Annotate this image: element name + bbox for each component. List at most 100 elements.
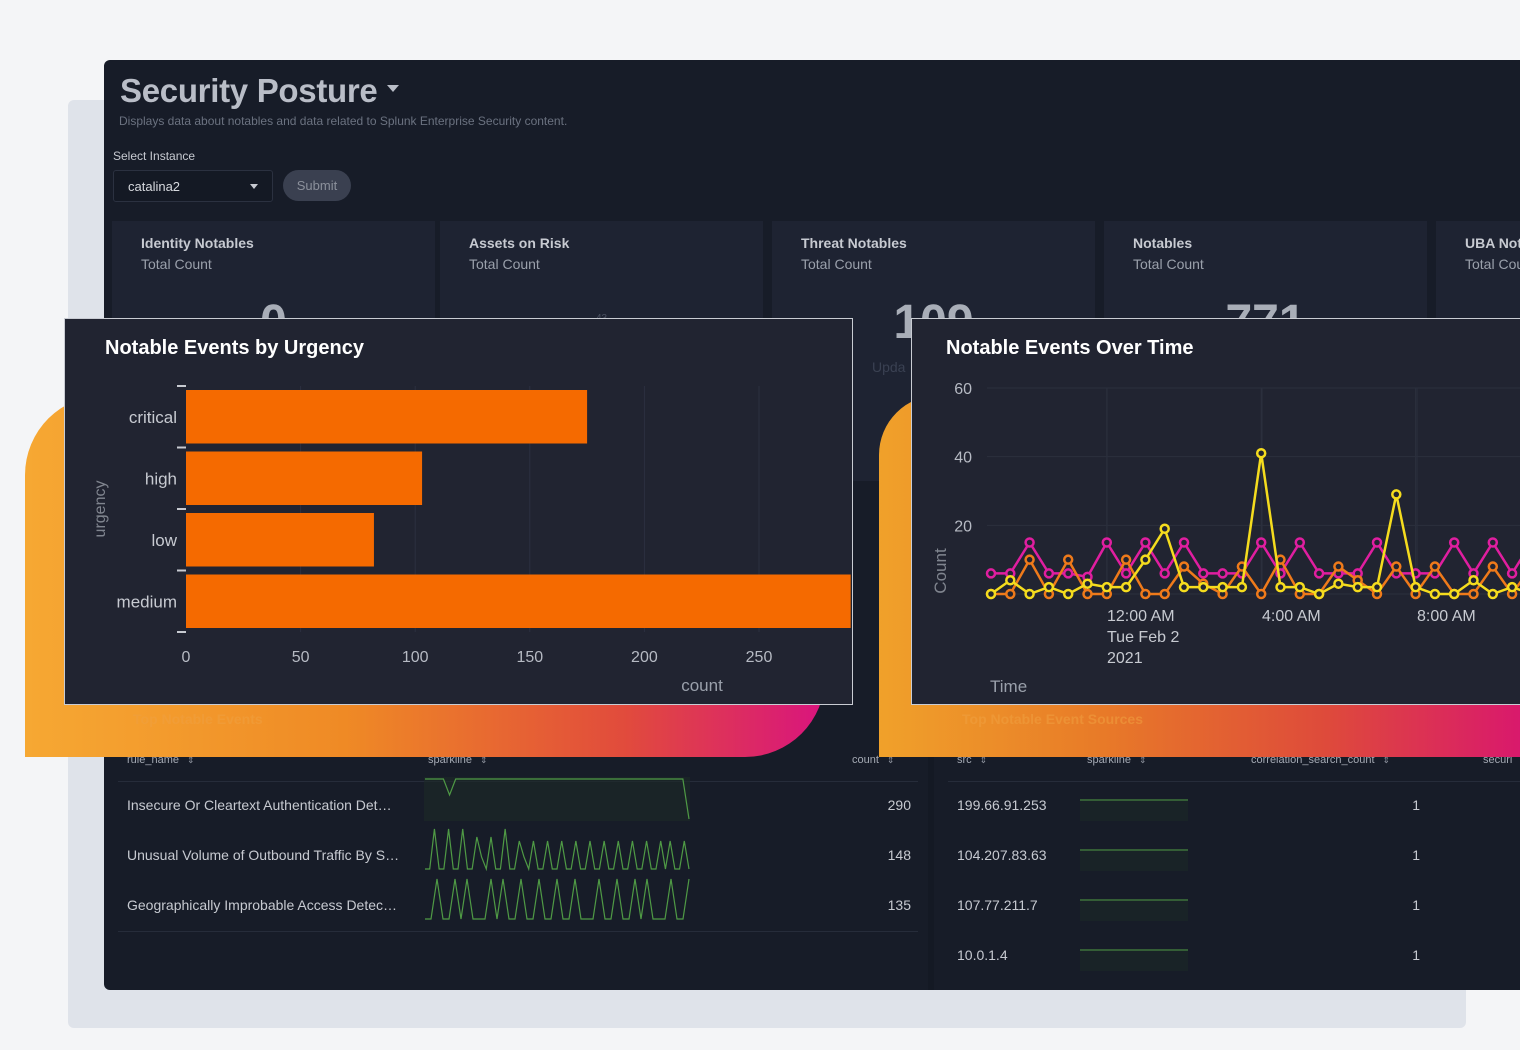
data-point-pink [1178, 537, 1190, 548]
src-cell[interactable]: 104.207.83.63 [957, 847, 1047, 863]
page-description: Displays data about notables and data re… [119, 114, 568, 128]
y-axis-label: Count [931, 548, 950, 594]
data-point-yellow [1198, 581, 1209, 593]
data-point-yellow [1352, 581, 1363, 593]
sparkline [1080, 849, 1188, 871]
data-point-orange [1024, 554, 1035, 565]
count-cell: 148 [887, 847, 911, 863]
correlation-count-cell: 1 [1412, 847, 1420, 863]
data-point-orange [1178, 561, 1190, 572]
y-tick-label: 20 [954, 518, 972, 535]
top-events-title: Top Notable Events [133, 711, 263, 727]
data-point-orange [1333, 561, 1344, 572]
data-point-pink [1043, 568, 1055, 579]
data-point-pink [1024, 537, 1035, 548]
kpi-subtitle: Total Count [141, 256, 212, 272]
data-point-yellow [1294, 581, 1306, 593]
x-tick-label: 2021 [1107, 650, 1143, 667]
y-tick-label: 60 [954, 381, 972, 398]
instance-label: Select Instance [113, 149, 196, 163]
kpi-title: Threat Notables [801, 235, 907, 251]
data-point-yellow [1333, 578, 1344, 589]
data-point-yellow [1448, 588, 1460, 600]
data-point-yellow [1217, 581, 1228, 593]
divider [948, 781, 1520, 782]
data-point-yellow [1062, 588, 1074, 600]
data-point-pink [1487, 537, 1499, 548]
urgency-chart-panel: Notable Events by Urgency 0 50 100 150 200 25… [64, 318, 853, 705]
data-point-yellow [1178, 581, 1190, 593]
data-point-pink [985, 568, 997, 579]
data-point-yellow [1313, 588, 1325, 600]
data-point-pink [1371, 537, 1383, 548]
data-point-pink [1062, 568, 1074, 579]
sparkline-line [425, 828, 690, 871]
data-point-yellow [1120, 581, 1132, 593]
data-point-pink [1140, 537, 1151, 548]
divider [118, 931, 918, 932]
data-point-orange [1468, 588, 1479, 600]
data-point-yellow [1140, 554, 1151, 565]
y-tick-label: 40 [954, 450, 972, 467]
x-tick-label: 12:00 AM [1107, 608, 1175, 625]
x-tick-label: Tue Feb 2 [1107, 629, 1179, 646]
sparkline-fill [424, 777, 690, 821]
data-point-yellow [1487, 588, 1499, 600]
kpi-subtitle: Total Count [469, 256, 540, 272]
data-point-orange [1391, 561, 1402, 572]
sparkline [1080, 899, 1188, 921]
kpi-subtitle: Total Count [801, 256, 872, 272]
sparkline-line [425, 878, 690, 920]
x-tick-label: 200 [631, 649, 658, 666]
sparkline [1080, 949, 1188, 971]
rule-name-cell[interactable]: Unusual Volume of Outbound Traffic By S… [127, 847, 399, 863]
kpi-title: Assets on Risk [469, 235, 570, 251]
correlation-count-cell: 1 [1412, 947, 1420, 963]
data-point-yellow [1236, 581, 1248, 593]
sparkline-fill [1080, 849, 1188, 871]
count-cell: 135 [887, 897, 911, 913]
rule-name-cell[interactable]: Geographically Improbable Access Detec… [127, 897, 397, 913]
data-point-yellow [1024, 588, 1035, 600]
data-point-pink [1120, 568, 1132, 579]
x-tick-label: 100 [402, 649, 429, 666]
data-point-yellow [1082, 578, 1093, 589]
data-point-orange [1429, 561, 1441, 572]
data-point-yellow [1101, 581, 1113, 593]
kpi-title: Identity Notables [141, 235, 254, 251]
page-title: Security Posture [120, 72, 378, 109]
kpi-title: UBA Not [1465, 235, 1520, 251]
data-point-yellow [1275, 581, 1286, 593]
data-point-pink [1313, 568, 1325, 579]
rule-name-cell[interactable]: Insecure Or Cleartext Authentication Det… [127, 797, 392, 813]
x-tick-label: 250 [746, 649, 773, 666]
instance-select[interactable]: catalina2 [113, 170, 273, 202]
y-tick-label: critical [129, 408, 177, 427]
src-cell[interactable]: 10.0.1.4 [957, 947, 1008, 963]
y-tick-label: high [145, 469, 177, 488]
x-tick-label: 150 [516, 649, 543, 666]
submit-button[interactable]: Submit [283, 170, 351, 201]
x-tick-label: 0 [182, 649, 191, 666]
sparkline-fill [1080, 899, 1188, 921]
data-point-orange [1487, 561, 1499, 572]
urgency-bar-chart: 0 50 100 150 200 250 critical high low medium coun… [92, 385, 851, 695]
events-over-time-panel: Notable Events Over Time 20 40 60 12:00 AM T… [911, 318, 1520, 705]
x-tick-label: 50 [292, 649, 310, 666]
kpi-title: Notables [1133, 235, 1193, 251]
panel-gap [928, 750, 934, 990]
correlation-count-cell: 1 [1412, 897, 1420, 913]
x-axis-label: Time [990, 677, 1027, 696]
x-tick-label: 8:00 AM [1417, 608, 1476, 625]
kpi-subtitle: Total Count [1133, 256, 1204, 272]
data-point-pink [1198, 568, 1209, 579]
kpi-subtitle: Total Cou [1465, 256, 1520, 272]
title-dropdown-caret-icon[interactable] [387, 84, 400, 92]
src-cell[interactable]: 199.66.91.253 [957, 797, 1047, 813]
data-point-pink [1255, 537, 1267, 548]
data-point-yellow [1506, 581, 1518, 593]
data-point-yellow [1410, 581, 1421, 593]
title-row: Security Posture [120, 72, 400, 110]
data-point-orange [1082, 588, 1093, 600]
src-cell[interactable]: 107.77.211.7 [957, 897, 1038, 913]
